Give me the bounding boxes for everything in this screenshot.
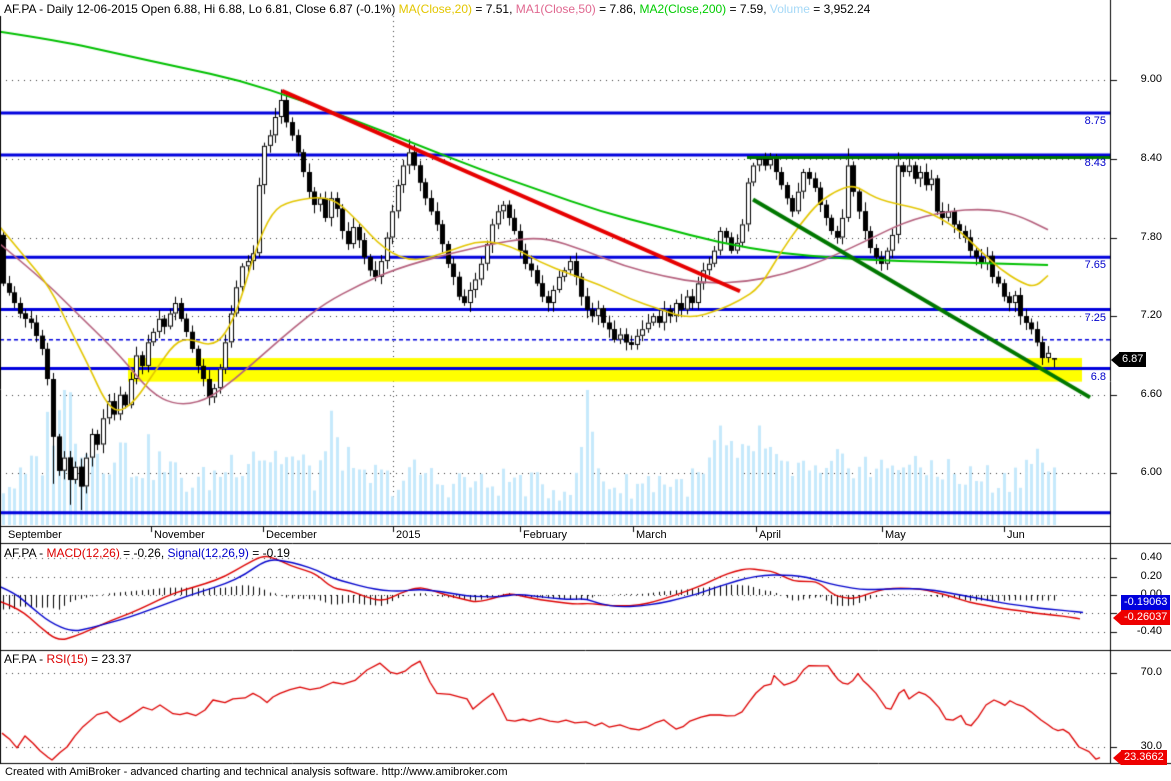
last-price-badge: 6.87 [1111, 352, 1147, 367]
main-title-segment: = 7.59, [726, 2, 770, 16]
macd-axis-label: -0.40 [1136, 625, 1162, 637]
price-axis-label: 6.60 [1140, 388, 1162, 400]
rsi-panel-title: AF.PA - RSI(15) = 23.37 [4, 652, 132, 666]
macd-axis-label: 0.40 [1140, 551, 1162, 563]
main-title-segment: MA(Close,20) [398, 2, 473, 16]
main-title-segment: AF.PA - Daily 12-06-2015 Open 6.88, Hi 6… [4, 2, 399, 16]
main-chart-title: AF.PA - Daily 12-06-2015 Open 6.88, Hi 6… [4, 2, 870, 16]
signal-value-badge-value: -0.19063 [1121, 595, 1171, 610]
level-price-label: 7.25 [1084, 312, 1106, 324]
macd-value-badge-arrow-icon [1113, 610, 1121, 625]
macd-title-segment: = -0.19 [248, 546, 290, 560]
macd-title-segment: = -0.26, [119, 546, 168, 560]
macd-title-segment: MACD(12,26) [46, 546, 120, 560]
month-label: December [266, 529, 317, 541]
amibroker-chart-window: AF.PA - Daily 12-06-2015 Open 6.88, Hi 6… [0, 0, 1171, 781]
price-axis-label: 9.00 [1140, 73, 1162, 85]
main-title-segment: MA2(Close,200) [639, 2, 727, 16]
chart-canvas[interactable] [0, 0, 1171, 781]
macd-value-badge: -0.26037 [1113, 610, 1171, 625]
rsi-value-badge: 23.3662 [1113, 750, 1167, 765]
rsi-title-segment: = 23.37 [87, 652, 132, 666]
month-label: April [759, 529, 782, 541]
month-label: March [636, 529, 667, 541]
macd-axis-label: 0.20 [1140, 570, 1162, 582]
macd-title-segment: AF.PA - [4, 546, 47, 560]
month-label: September [8, 529, 62, 541]
rsi-value-badge-value: 23.3662 [1121, 750, 1167, 765]
signal-value-badge: -0.19063 [1121, 595, 1171, 610]
rsi-title-segment: AF.PA - [4, 652, 47, 666]
rsi-title-segment: RSI(15) [46, 652, 88, 666]
footer-credit: Created with AmiBroker - advanced charti… [5, 766, 508, 778]
main-title-segment: = 7.86, [595, 2, 640, 16]
macd-panel-title: AF.PA - MACD(12,26) = -0.26, Signal(12,2… [4, 546, 290, 560]
main-title-segment: = 3,952.24 [809, 2, 871, 16]
level-price-label: 8.43 [1084, 157, 1106, 169]
macd-value-badge-value: -0.26037 [1121, 610, 1171, 625]
price-axis-label: 7.80 [1140, 231, 1162, 243]
price-axis-label: 7.20 [1140, 309, 1162, 321]
level-price-label: 8.75 [1084, 115, 1106, 127]
main-title-segment: MA1(Close,50) [515, 2, 596, 16]
level-price-label: 6.8 [1090, 371, 1106, 383]
month-label: 2015 [396, 529, 421, 541]
price-axis-label: 8.40 [1140, 152, 1162, 164]
last-price-badge-value: 6.87 [1119, 352, 1147, 367]
month-label: May [885, 529, 906, 541]
main-title-segment: = 7.51, [472, 2, 516, 16]
month-label: Jun [1007, 529, 1025, 541]
rsi-value-badge-arrow-icon [1113, 750, 1121, 765]
last-price-badge-arrow-icon [1111, 352, 1119, 367]
macd-title-segment: Signal(12,26,9) [167, 546, 249, 560]
month-label: February [523, 529, 568, 541]
main-title-segment: Volume [769, 2, 810, 16]
month-label: November [154, 529, 205, 541]
price-axis-label: 6.00 [1140, 466, 1162, 478]
level-price-label: 7.65 [1084, 259, 1106, 271]
rsi-axis-label: 70.0 [1140, 666, 1162, 678]
